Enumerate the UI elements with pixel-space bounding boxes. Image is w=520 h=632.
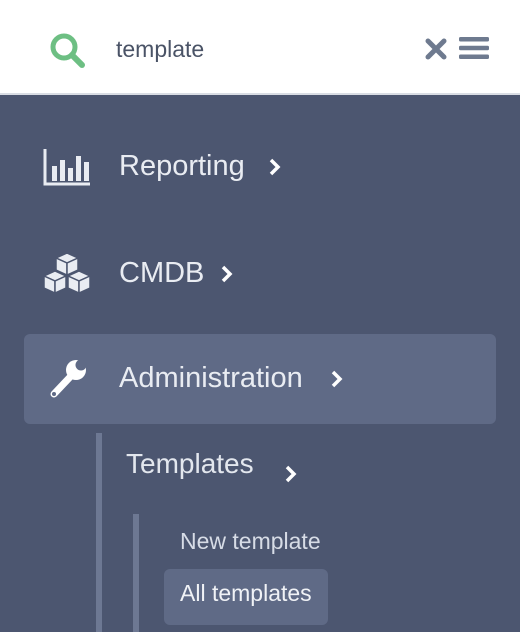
chevron-right-icon <box>331 370 343 388</box>
cubes-icon <box>42 252 92 295</box>
menu-item-all-templates[interactable]: All templates <box>164 569 328 625</box>
sidebar-subitem-templates[interactable]: Templates <box>126 448 297 492</box>
sidebar-nav: Reporting CMDB Administration Templates … <box>0 96 520 632</box>
chevron-right-icon <box>221 265 233 283</box>
sidebar-item-reporting[interactable]: Reporting <box>24 122 496 212</box>
menu-item-new-template[interactable]: New template <box>180 528 321 555</box>
search-icon[interactable] <box>48 31 86 69</box>
sidebar-item-label: CMDB <box>119 257 205 289</box>
sidebar-item-administration[interactable]: Administration <box>24 334 496 424</box>
sidebar-item-label: Administration <box>119 362 303 394</box>
sidebar-item-label: Reporting <box>119 150 245 182</box>
wrench-icon <box>50 359 87 398</box>
search-input[interactable] <box>116 30 396 68</box>
sidebar-item-cmdb[interactable]: CMDB <box>24 229 496 319</box>
tree-connector <box>96 433 102 632</box>
sidebar-subitem-label: Templates <box>126 448 254 479</box>
chevron-right-icon <box>269 158 281 176</box>
close-icon[interactable] <box>424 37 448 61</box>
tree-connector <box>133 514 139 632</box>
hamburger-menu-icon[interactable] <box>459 36 489 60</box>
search-header <box>0 0 520 95</box>
chevron-right-icon <box>285 465 297 483</box>
bar-chart-icon <box>43 149 90 186</box>
